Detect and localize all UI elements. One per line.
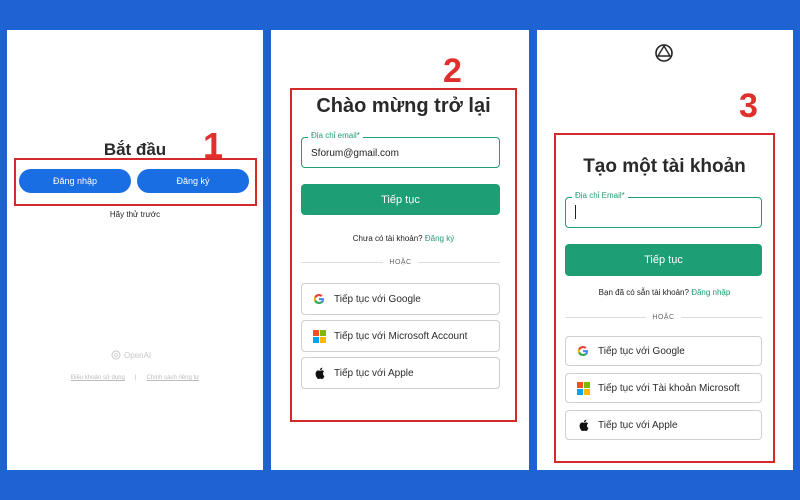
apple-button-label: Tiếp tục với Apple: [598, 419, 678, 431]
google-icon: [576, 344, 590, 358]
google-icon: [312, 292, 326, 306]
openai-logo-icon: [111, 350, 121, 360]
login-prompt-text: Bạn đã có sẵn tài khoản?: [598, 288, 689, 297]
continue-button[interactable]: Tiếp tục: [565, 244, 762, 276]
start-title: Bắt đầu: [103, 140, 167, 159]
email-field-value: Sforum@gmail.com: [311, 148, 399, 159]
microsoft-icon: [576, 381, 590, 395]
login-panel: 2 Chào mừng trở lại Địa chỉ email* Sforu…: [271, 30, 529, 470]
apple-button[interactable]: Tiếp tục với Apple: [301, 357, 500, 389]
signup-button[interactable]: Đăng ký: [137, 169, 249, 193]
try-first-link[interactable]: Hãy thử trước: [7, 210, 263, 219]
microsoft-button-label: Tiếp tục với Microsoft Account: [334, 330, 468, 342]
signup-panel: 3 Tạo một tài khoản Địa chỉ Email* Tiếp …: [537, 30, 793, 470]
continue-button[interactable]: Tiếp tục: [301, 184, 500, 215]
google-button-label: Tiếp tục với Google: [598, 345, 685, 357]
or-label: HOẶC: [652, 314, 675, 321]
privacy-link[interactable]: Chính sách riêng tư: [146, 375, 199, 381]
google-button[interactable]: Tiếp tục với Google: [565, 336, 762, 366]
brand-label: OpenAI: [124, 350, 152, 360]
apple-button[interactable]: Tiếp tục với Apple: [565, 410, 762, 440]
email-field-label: Địa chỉ email*: [308, 131, 363, 140]
footer-links: Điều khoản sử dụng | Chính sách riêng tư: [7, 375, 263, 381]
email-field-label: Địa chỉ Email*: [572, 191, 628, 200]
login-prompt: Bạn đã có sẵn tài khoản? Đăng nhập: [554, 288, 775, 297]
login-link[interactable]: Đăng nhập: [691, 288, 730, 297]
email-field[interactable]: [565, 197, 762, 228]
signup-prompt: Chưa có tài khoản? Đăng ký: [290, 234, 517, 243]
start-panel: 1 Bắt đầu Đăng nhập Đăng ký Hãy thử trướ…: [7, 30, 263, 470]
signup-title: Tạo một tài khoản: [583, 156, 746, 177]
step-number-3: 3: [739, 87, 758, 125]
google-button-label: Tiếp tục với Google: [334, 293, 421, 305]
or-divider: HOẶC: [565, 314, 763, 321]
signup-prompt-text: Chưa có tài khoản?: [352, 234, 423, 243]
or-divider: HOẶC: [301, 259, 501, 266]
microsoft-button[interactable]: Tiếp tục với Tài khoản Microsoft: [565, 373, 762, 403]
microsoft-button-label: Tiếp tục với Tài khoản Microsoft: [598, 382, 740, 394]
microsoft-icon: [312, 329, 326, 343]
openai-logo-icon: [654, 43, 674, 68]
login-title: Chào mừng trở lại: [316, 95, 491, 117]
microsoft-button[interactable]: Tiếp tục với Microsoft Account: [301, 320, 500, 352]
login-button[interactable]: Đăng nhập: [19, 169, 131, 193]
terms-link[interactable]: Điều khoản sử dụng: [71, 375, 125, 381]
or-label: HOẶC: [389, 259, 412, 266]
apple-icon: [312, 366, 326, 380]
google-button[interactable]: Tiếp tục với Google: [301, 283, 500, 315]
apple-icon: [576, 418, 590, 432]
openai-brand: OpenAI: [111, 350, 151, 360]
footer-separator: |: [134, 375, 137, 381]
apple-button-label: Tiếp tục với Apple: [334, 367, 414, 379]
step-number-2: 2: [443, 52, 462, 90]
signup-link[interactable]: Đăng ký: [425, 234, 454, 243]
text-cursor: [575, 205, 576, 219]
